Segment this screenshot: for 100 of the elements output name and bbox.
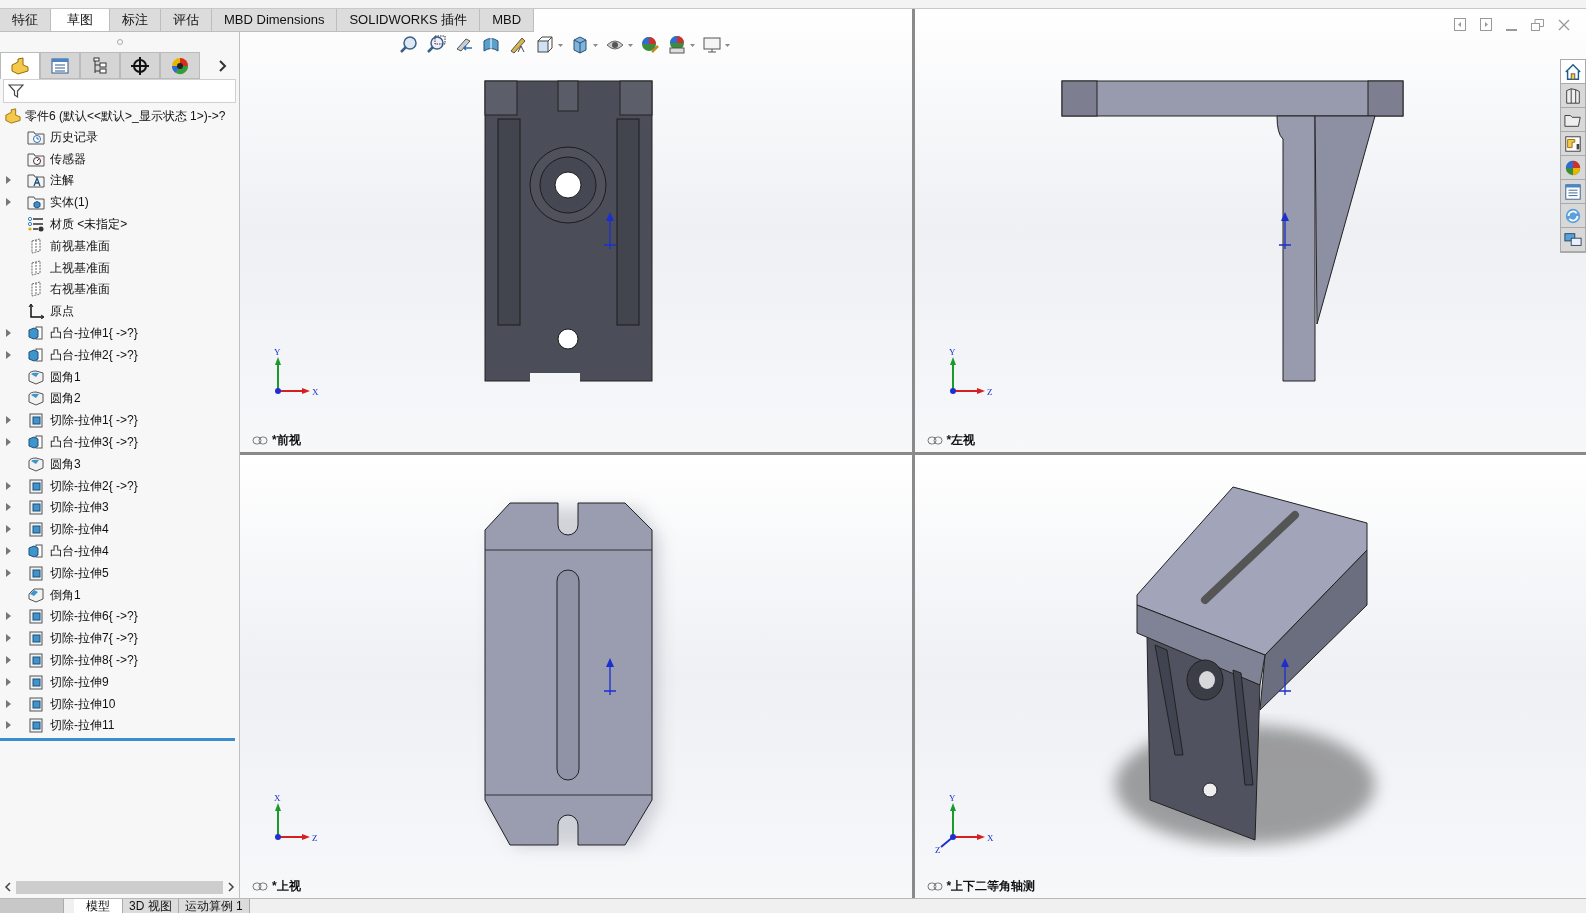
monitor-icon[interactable] — [702, 35, 722, 55]
expand-arrow-icon[interactable] — [6, 481, 11, 490]
viewport[interactable]: X Z *上视 — [240, 455, 912, 898]
command-tab[interactable]: 草图 — [51, 9, 110, 31]
tree-item[interactable]: 右视基准面 — [50, 280, 110, 299]
axis-label: X — [312, 387, 319, 397]
panel-tab[interactable] — [120, 52, 160, 79]
expand-arrow-icon[interactable] — [6, 656, 11, 664]
tree-item[interactable]: 切除-拉伸5 — [50, 563, 109, 582]
tree-item[interactable]: 切除-拉伸11 — [50, 716, 115, 735]
material-list-icon — [27, 216, 45, 233]
dropdown-caret-icon[interactable] — [593, 43, 598, 47]
tree-item[interactable]: 切除-拉伸1{ ->?} — [50, 411, 138, 430]
tree-item[interactable]: 原点 — [50, 302, 74, 321]
tree-item[interactable]: 凸台-拉伸2{ ->?} — [50, 345, 138, 364]
expand-arrow-icon[interactable] — [6, 438, 11, 447]
expand-arrow-icon[interactable] — [6, 329, 11, 338]
expand-arrow-icon[interactable] — [6, 612, 11, 621]
fillet-cube-icon — [27, 368, 45, 385]
expand-arrow-icon[interactable] — [6, 525, 11, 534]
tree-item[interactable]: 凸台-拉伸3{ ->?} — [50, 433, 138, 452]
tree-item[interactable]: 上视基准面 — [50, 258, 110, 277]
view-orientation-icon[interactable] — [535, 35, 555, 55]
dropdown-caret-icon[interactable] — [690, 43, 695, 47]
tree-item[interactable]: 实体(1) — [50, 193, 89, 212]
chevron-right-icon[interactable] — [219, 59, 227, 72]
tree-item[interactable]: 切除-拉伸10 — [50, 694, 116, 713]
tree-root-item[interactable]: 零件6 (默认<<默认>_显示状态 1>)->? — [25, 106, 226, 125]
cut-extrude-icon — [27, 412, 45, 429]
expand-arrow-icon[interactable] — [6, 176, 11, 185]
expand-arrow-icon[interactable] — [6, 634, 11, 643]
next-window-icon[interactable] — [1480, 18, 1492, 31]
dropdown-caret-icon[interactable] — [558, 43, 563, 47]
expand-arrow-icon[interactable] — [6, 699, 11, 708]
panel-tab[interactable] — [160, 52, 200, 79]
appearance-edit-icon[interactable] — [640, 35, 660, 55]
restore-icon[interactable] — [1531, 18, 1544, 31]
list-icon[interactable] — [1564, 182, 1582, 201]
scroll-right-icon[interactable] — [227, 882, 235, 892]
cut-extrude-icon — [27, 564, 45, 581]
expand-arrow-icon[interactable] — [6, 416, 11, 425]
expand-arrow-icon[interactable] — [6, 350, 11, 359]
expand-arrow-icon[interactable] — [6, 547, 11, 556]
expand-arrow-icon[interactable] — [6, 503, 11, 512]
zoom-fit-icon[interactable] — [400, 35, 420, 55]
cut-extrude-icon — [27, 717, 45, 734]
color-sphere-icon[interactable] — [1564, 158, 1582, 177]
close-icon[interactable] — [1558, 18, 1570, 31]
tree-item[interactable]: 切除-拉伸8{ ->?} — [50, 651, 138, 669]
origin-marker-icon — [603, 212, 617, 250]
crosshair-icon — [131, 56, 149, 75]
previous-window-icon[interactable] — [1454, 18, 1466, 31]
axis-triad-icon — [939, 803, 985, 848]
folder-letter-icon — [27, 172, 45, 189]
expand-arrow-icon[interactable] — [6, 721, 11, 730]
tree-item[interactable]: 材质 <未指定> — [50, 215, 128, 234]
tree-item[interactable]: 切除-拉伸3 — [50, 498, 109, 517]
tree-diagram-icon — [92, 56, 108, 75]
refresh-icon[interactable] — [1564, 206, 1582, 225]
dynamic-annotation-icon[interactable] — [508, 35, 528, 55]
expand-arrow-icon[interactable] — [6, 677, 11, 686]
layout-icon[interactable] — [1564, 134, 1582, 153]
tree-item[interactable]: 圆角3 — [50, 454, 81, 473]
fillet-cube-icon — [27, 455, 45, 472]
tree-item[interactable]: 切除-拉伸7{ ->?} — [50, 629, 138, 648]
tree-item[interactable]: 倒角1 — [50, 585, 81, 604]
viewport[interactable]: Y X Z *上下二等角轴测 — [914, 455, 1586, 898]
chat-bubbles-icon[interactable] — [1564, 230, 1582, 249]
expand-arrow-icon[interactable] — [6, 198, 11, 207]
list-icon — [51, 57, 69, 74]
tree-item[interactable]: 切除-拉伸4 — [50, 520, 109, 539]
tree-item[interactable]: 历史记录 — [50, 127, 98, 146]
tree-item[interactable]: 圆角1 — [50, 367, 81, 386]
bottom-tab[interactable]: 3D 视图 — [123, 899, 179, 913]
view-label: *上下二等角轴测 — [946, 878, 1036, 895]
tree-item[interactable]: 切除-拉伸6{ ->?} — [50, 607, 138, 626]
dropdown-caret-icon[interactable] — [725, 43, 730, 47]
bottom-tab[interactable]: 模型 — [74, 899, 123, 913]
section-view-icon[interactable] — [481, 35, 501, 55]
scroll-left-icon[interactable] — [4, 882, 12, 892]
horizontal-scrollbar[interactable] — [16, 880, 223, 894]
books-icon[interactable] — [1564, 86, 1582, 105]
bottom-tab[interactable]: 运动算例 1 — [178, 899, 250, 913]
tree-item[interactable]: 前视基准面 — [50, 236, 110, 255]
scene-icon[interactable] — [667, 35, 687, 55]
tree-item[interactable]: 注解 — [50, 171, 74, 190]
dropdown-caret-icon[interactable] — [628, 43, 633, 47]
display-style-icon[interactable] — [570, 35, 590, 55]
tree-item[interactable]: 切除-拉伸9 — [50, 672, 109, 691]
tree-item[interactable]: 凸台-拉伸1{ ->?} — [50, 324, 138, 343]
viewport[interactable]: Y Z *左视 — [914, 9, 1586, 452]
tree-item[interactable]: 圆角2 — [50, 389, 81, 408]
filter-field[interactable] — [3, 79, 236, 103]
tree-item[interactable]: 传感器 — [50, 149, 86, 168]
tree-item[interactable]: 凸台-拉伸4 — [50, 542, 109, 561]
axis-label: X — [986, 833, 993, 843]
zoom-area-icon[interactable] — [427, 35, 447, 55]
tree-item[interactable]: 切除-拉伸2{ ->?} — [50, 476, 138, 495]
expand-arrow-icon[interactable] — [6, 568, 11, 577]
home-icon[interactable] — [1564, 62, 1582, 81]
